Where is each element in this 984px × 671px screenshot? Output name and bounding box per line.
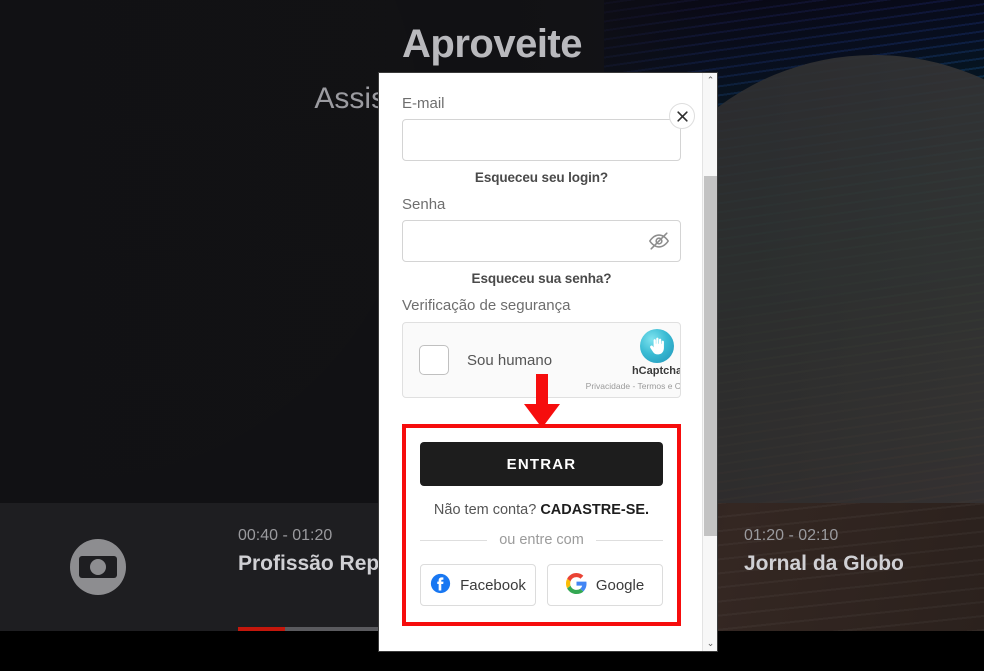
modal-scrollbar[interactable]: ⌃ ⌄ bbox=[702, 73, 717, 651]
hcaptcha-terms-text: Privacidade - Termos e Condiçõ bbox=[585, 381, 681, 391]
forgot-password-link[interactable]: Esqueceu sua senha? bbox=[402, 271, 681, 286]
login-modal: E-mail Esqueceu seu login? Senha Esquece… bbox=[378, 72, 718, 652]
captcha-label: Verificação de segurança bbox=[402, 297, 571, 314]
scroll-up-arrow-icon[interactable]: ⌃ bbox=[703, 73, 717, 88]
program-item-next[interactable]: 01:20 - 02:10 Jornal da Globo bbox=[744, 527, 904, 576]
google-icon bbox=[565, 572, 587, 598]
divider-line-left bbox=[420, 539, 488, 541]
signup-link[interactable]: CADASTRE-SE. bbox=[540, 502, 649, 518]
password-field-wrap bbox=[402, 220, 681, 262]
submit-button[interactable]: ENTRAR bbox=[420, 442, 663, 486]
social-login-row: Facebook Google bbox=[420, 564, 663, 606]
program-time: 01:20 - 02:10 bbox=[744, 527, 839, 544]
signup-prompt-text: Não tem conta? bbox=[433, 502, 537, 518]
divider-label: ou entre com bbox=[499, 532, 584, 548]
globo-logo-rect bbox=[79, 556, 117, 578]
scroll-down-arrow-icon[interactable]: ⌄ bbox=[703, 636, 717, 651]
social-divider: ou entre com bbox=[420, 532, 664, 548]
captcha-checkbox[interactable] bbox=[419, 345, 449, 375]
facebook-login-button[interactable]: Facebook bbox=[420, 564, 536, 606]
eye-off-icon[interactable] bbox=[647, 229, 671, 253]
signup-prompt: Não tem conta? CADASTRE-SE. bbox=[420, 502, 663, 518]
hcaptcha-brand: hCaptcha bbox=[618, 329, 681, 377]
email-input[interactable] bbox=[402, 119, 681, 161]
hcaptcha-brand-name: hCaptcha bbox=[631, 365, 681, 377]
close-icon[interactable] bbox=[669, 103, 695, 129]
globo-logo-icon[interactable] bbox=[70, 539, 126, 595]
captcha-checkbox-label: Sou humano bbox=[467, 351, 553, 369]
modal-scroll-area: E-mail Esqueceu seu login? Senha Esquece… bbox=[379, 73, 704, 651]
scrollbar-thumb[interactable] bbox=[704, 176, 717, 536]
password-input[interactable] bbox=[402, 220, 681, 262]
divider-line-right bbox=[595, 539, 664, 541]
annotation-down-arrow-icon bbox=[524, 374, 560, 428]
globo-logo-dot bbox=[90, 559, 106, 575]
screen-root: Aproveite Assista de graça e gratuito 00… bbox=[0, 0, 984, 671]
facebook-icon bbox=[430, 573, 451, 598]
google-login-button[interactable]: Google bbox=[547, 564, 663, 606]
facebook-login-label: Facebook bbox=[460, 576, 526, 594]
forgot-login-link[interactable]: Esqueceu seu login? bbox=[402, 170, 681, 185]
login-actions-highlight: ENTRAR Não tem conta? CADASTRE-SE. ou en… bbox=[402, 424, 681, 626]
program-title: Jornal da Globo bbox=[744, 552, 904, 575]
email-label: E-mail bbox=[402, 95, 445, 112]
password-label: Senha bbox=[402, 196, 446, 213]
hero-title: Aproveite bbox=[402, 22, 583, 66]
email-field-wrap bbox=[402, 119, 681, 161]
hcaptcha-logo-icon bbox=[640, 329, 674, 363]
google-login-label: Google bbox=[595, 576, 645, 594]
